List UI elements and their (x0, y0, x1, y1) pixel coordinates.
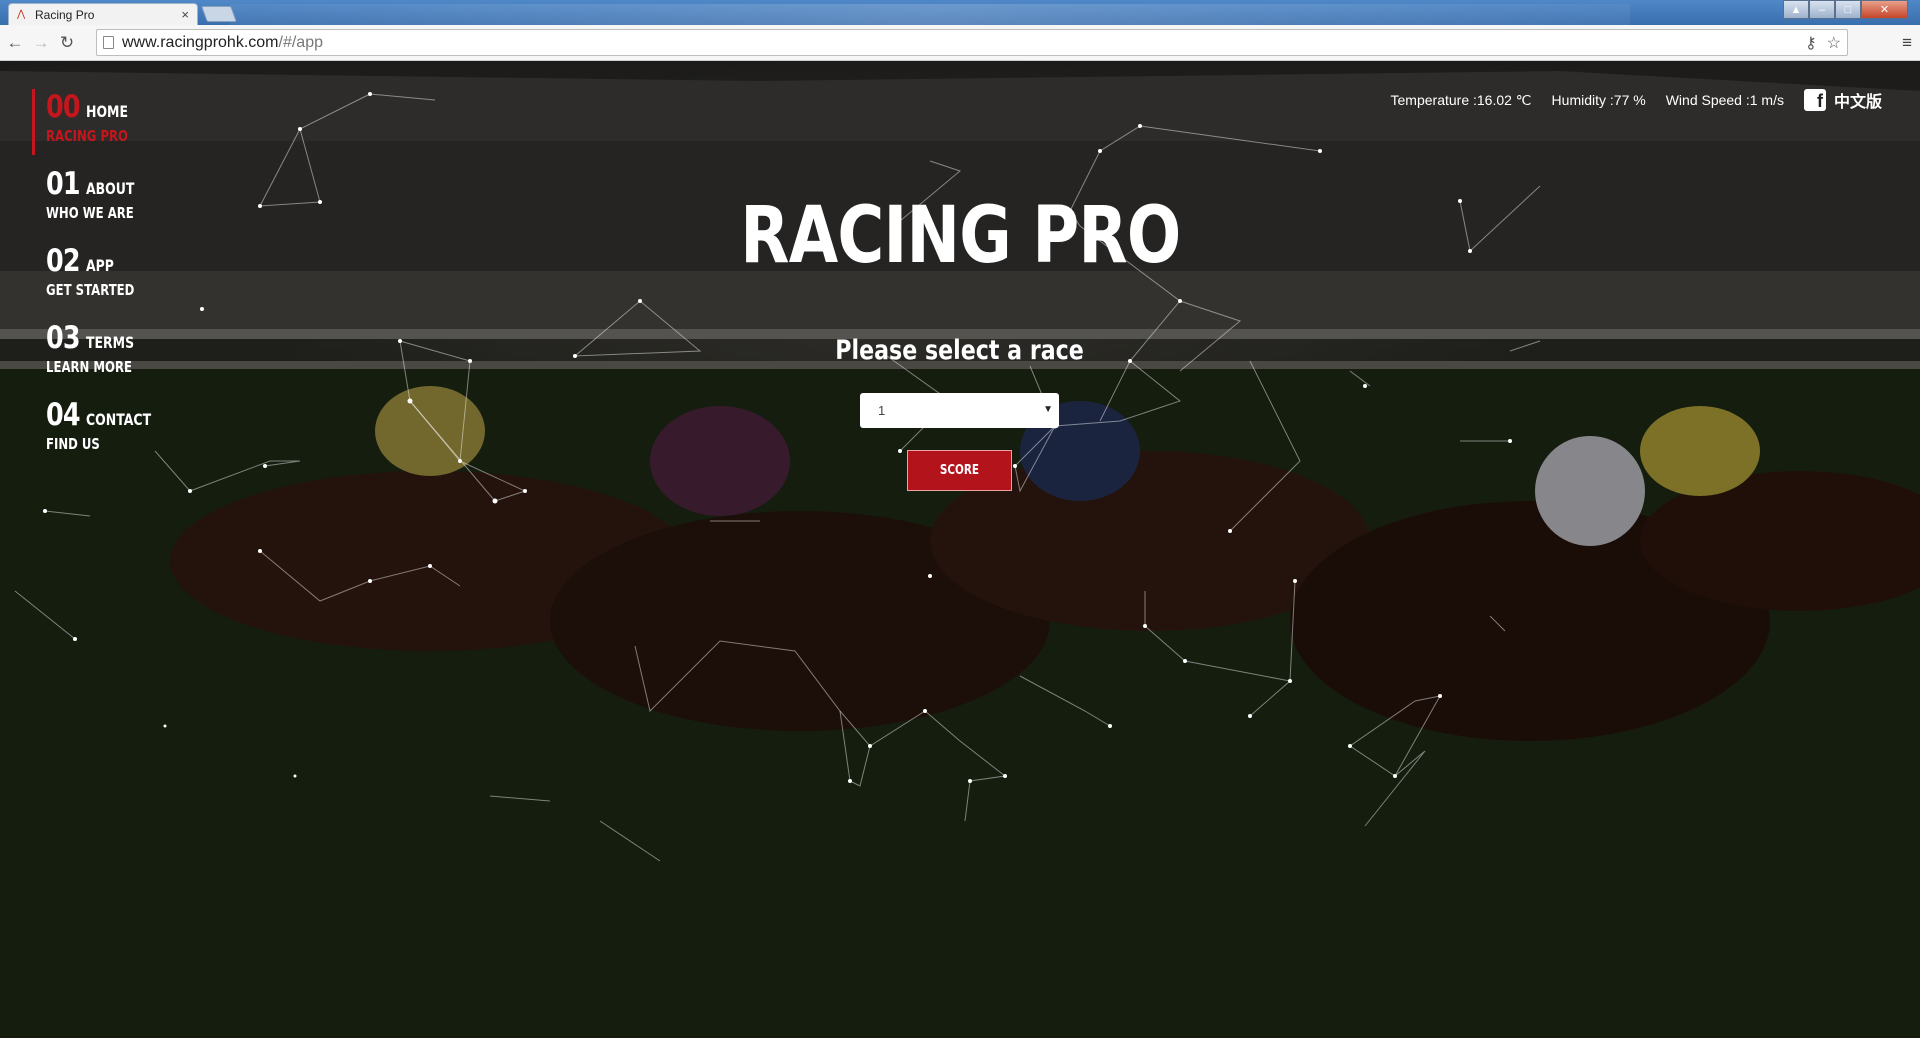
user-icon[interactable]: ▲ (1783, 0, 1809, 19)
url-path: /#/app (278, 33, 323, 51)
bookmark-star-icon[interactable]: ☆ (1827, 33, 1841, 53)
close-window-button[interactable]: ✕ (1861, 0, 1908, 19)
page-viewport: 00 HOME RACING PRO 01 ABOUT WHO WE ARE 02 A… (0, 61, 1920, 1038)
chevron-down-icon: ▼ (1043, 404, 1053, 415)
tabstrip-background (230, 4, 1630, 25)
weather-info-bar: Temperature :16.02 ℃ Humidity :77 % Wind… (1391, 88, 1882, 112)
page-title-text: RACING PRO (739, 191, 1181, 281)
language-switch-link[interactable]: 中文版 (1834, 88, 1882, 112)
page-title: RACING PRO (0, 191, 1920, 281)
forward-icon[interactable]: → (30, 32, 52, 54)
score-button[interactable]: SCORE (907, 450, 1012, 491)
browser-tab[interactable]: ⋀ Racing Pro × (8, 3, 198, 25)
tab-close-icon[interactable]: × (181, 7, 189, 22)
facebook-icon[interactable]: f (1803, 89, 1826, 111)
nav-label: CONTACT (86, 410, 152, 429)
browser-chrome: ⋀ Racing Pro × ▲ – □ ✕ ← → ↻ www.racingp… (0, 0, 1920, 61)
humidity-text: Humidity :77 % (1551, 92, 1646, 108)
back-icon[interactable]: ← (4, 32, 26, 54)
nav-item-home[interactable]: 00 HOME RACING PRO (32, 89, 232, 166)
race-prompt-text: Please select a race (835, 335, 1085, 366)
new-tab-button[interactable] (201, 6, 237, 22)
tab-title: Racing Pro (35, 7, 95, 22)
nav-number: 00 (46, 89, 81, 125)
browser-toolbar: ← → ↻ www.racingprohk.com/#/app ⚷ ☆ ≡ (0, 25, 1920, 61)
nav-number: 04 (46, 397, 81, 433)
page-icon (103, 36, 114, 49)
side-navigation: 00 HOME RACING PRO 01 ABOUT WHO WE ARE 02 A… (32, 89, 232, 474)
race-select[interactable]: 1 ▼ (860, 393, 1059, 428)
reload-icon[interactable]: ↻ (56, 32, 78, 54)
window-controls: ▲ – □ ✕ (1783, 0, 1908, 19)
nav-subtitle: GET STARTED (46, 281, 135, 299)
url-host: www.racingprohk.com (122, 33, 279, 51)
temperature-text: Temperature :16.02 ℃ (1390, 91, 1532, 108)
nav-item-contact[interactable]: 04 CONTACT FIND US (32, 397, 232, 474)
race-select-value: 1 (878, 403, 886, 418)
race-prompt: Please select a race (0, 335, 1920, 366)
score-button-label: SCORE (939, 463, 980, 478)
maximize-button[interactable]: □ (1835, 0, 1861, 19)
url-text: www.racingprohk.com/#/app (122, 34, 323, 52)
browser-menu-icon[interactable]: ≡ (1902, 33, 1912, 53)
address-bar[interactable]: www.racingprohk.com/#/app ⚷ ☆ (96, 29, 1848, 56)
tab-strip: ⋀ Racing Pro × ▲ – □ ✕ (0, 0, 1920, 25)
nav-label: HOME (86, 102, 128, 121)
wind-speed-text: Wind Speed :1 m/s (1665, 92, 1784, 108)
minimize-button[interactable]: – (1809, 0, 1835, 19)
favicon-icon: ⋀ (17, 8, 26, 20)
nav-subtitle: FIND US (46, 435, 100, 453)
nav-subtitle: RACING PRO (46, 127, 129, 145)
key-icon[interactable]: ⚷ (1805, 33, 1817, 53)
